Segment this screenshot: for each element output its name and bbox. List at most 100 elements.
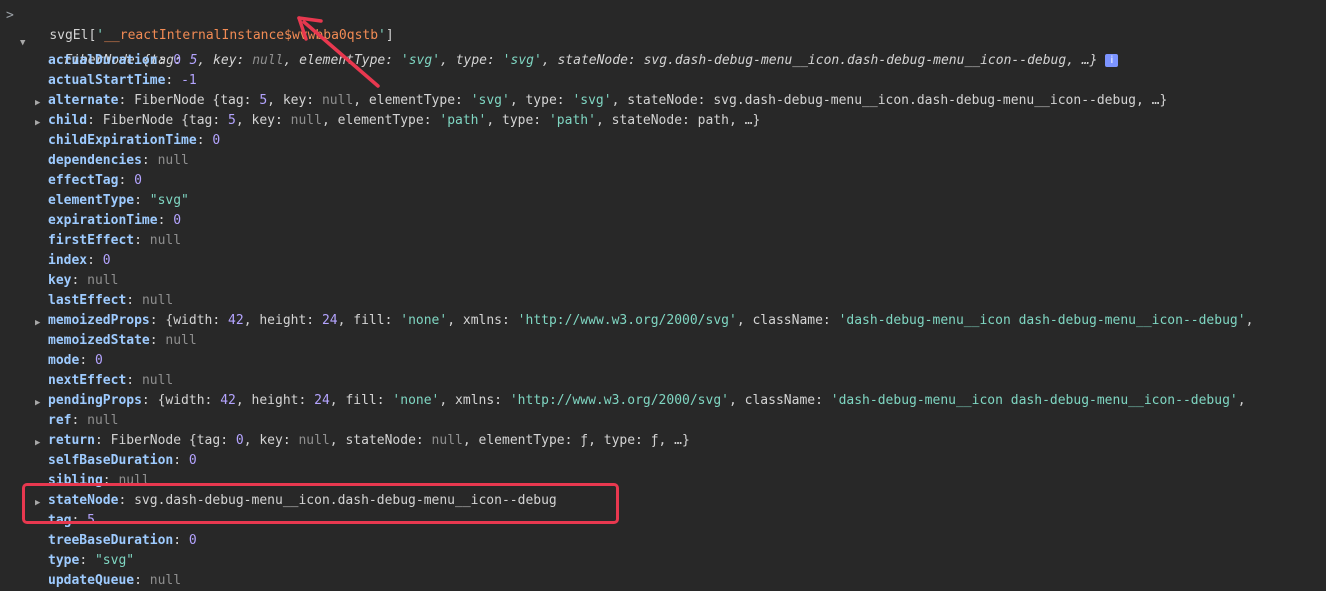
property-key: actualDuration xyxy=(48,53,158,68)
property-row[interactable]: child: FiberNode {tag: 5, key: null, ele… xyxy=(48,111,760,131)
property-row[interactable]: mode: 0 xyxy=(48,351,103,371)
property-row[interactable]: lastEffect: null xyxy=(48,291,173,311)
property-value: 0 xyxy=(173,213,182,228)
property-value: FiberNode {tag: 0, key: null, stateNode:… xyxy=(110,433,690,448)
property-row[interactable]: alternate: FiberNode {tag: 5, key: null,… xyxy=(48,91,1167,111)
property-row[interactable]: type: "svg" xyxy=(48,551,134,571)
property-row[interactable]: actualStartTime: -1 xyxy=(48,71,197,91)
info-icon[interactable]: i xyxy=(1105,54,1119,67)
property-key: childExpirationTime xyxy=(48,133,197,148)
property-value: null xyxy=(149,233,182,248)
property-value: "svg" xyxy=(149,193,189,208)
property-separator: : xyxy=(173,453,189,468)
property-key: dependencies xyxy=(48,153,142,168)
expand-triangle-right-icon[interactable]: ▶ xyxy=(35,313,40,333)
property-separator: : xyxy=(87,113,103,128)
property-separator: : xyxy=(71,413,88,428)
property-value: {width: 42, height: 24, fill: 'none', xm… xyxy=(157,393,1246,408)
property-value: -1 xyxy=(181,73,197,88)
property-separator: : xyxy=(165,73,182,88)
property-value: 0 xyxy=(212,133,221,148)
root-summary-text: , stateNode: xyxy=(541,53,644,68)
property-key: index xyxy=(48,253,88,268)
property-key: nextEffect xyxy=(48,373,127,388)
property-row[interactable]: memoizedState: null xyxy=(48,331,197,351)
property-row[interactable]: dependencies: null xyxy=(48,151,189,171)
property-key: memoizedState xyxy=(48,333,150,348)
property-separator: : xyxy=(134,233,150,248)
property-value: null xyxy=(165,333,197,348)
property-separator: : xyxy=(173,533,189,548)
property-key: mode xyxy=(48,353,80,368)
expand-triangle-right-icon[interactable]: ▶ xyxy=(35,433,40,453)
property-row[interactable]: memoizedProps: {width: 42, height: 24, f… xyxy=(48,311,1253,331)
property-separator: : xyxy=(134,573,150,588)
property-key: firstEffect xyxy=(48,233,135,248)
annotation-highlight-box xyxy=(22,483,619,524)
property-separator: : xyxy=(79,353,95,368)
property-row[interactable]: elementType: "svg" xyxy=(48,191,189,211)
property-key: treeBaseDuration xyxy=(48,533,174,548)
root-object-summary[interactable]: FiberNode {tag: 5, key: null, elementTyp… xyxy=(33,31,1119,68)
property-value: 0 xyxy=(188,533,197,548)
property-value: 0 xyxy=(102,253,111,268)
property-separator: : xyxy=(126,293,142,308)
expand-triangle-right-icon[interactable]: ▶ xyxy=(35,393,40,413)
property-separator: : xyxy=(149,313,166,328)
property-row[interactable]: treeBaseDuration: 0 xyxy=(48,531,197,551)
property-key: type xyxy=(48,553,80,568)
property-value: null xyxy=(87,413,119,428)
property-row[interactable]: index: 0 xyxy=(48,251,111,271)
property-value: FiberNode {tag: 5, key: null, elementTyp… xyxy=(134,93,1168,108)
property-row[interactable]: effectTag: 0 xyxy=(48,171,142,191)
property-key: updateQueue xyxy=(48,573,135,588)
property-key: effectTag xyxy=(48,173,119,188)
property-value: FiberNode {tag: 5, key: null, elementTyp… xyxy=(102,113,761,128)
property-key: return xyxy=(48,433,95,448)
property-row[interactable]: updateQueue: null xyxy=(48,571,181,591)
root-statenode-value: svg.dash-debug-menu__icon.dash-debug-men… xyxy=(643,53,1067,68)
property-separator: : xyxy=(149,333,166,348)
expand-triangle-right-icon[interactable]: ▶ xyxy=(35,113,40,133)
property-row[interactable]: expirationTime: 0 xyxy=(48,211,181,231)
property-row[interactable]: actualDuration: 0 xyxy=(48,51,181,71)
root-summary-text: , elementType: xyxy=(283,53,401,68)
property-row[interactable]: return: FiberNode {tag: 0, key: null, st… xyxy=(48,431,690,451)
property-separator: : xyxy=(71,273,88,288)
property-row[interactable]: childExpirationTime: 0 xyxy=(48,131,220,151)
property-key: alternate xyxy=(48,93,119,108)
root-type-value: 'svg' xyxy=(502,53,542,68)
root-elementtype-value: 'svg' xyxy=(400,53,441,68)
property-separator: : xyxy=(94,433,111,448)
property-separator: : xyxy=(141,393,158,408)
devtools-console: > svgEl['__reactInternalInstance$wvwbba0… xyxy=(0,0,1326,588)
property-key: elementType xyxy=(48,193,135,208)
property-value: 0 xyxy=(173,53,182,68)
property-key: lastEffect xyxy=(48,293,127,308)
property-separator: : xyxy=(79,553,95,568)
property-key: pendingProps xyxy=(48,393,142,408)
property-key: expirationTime xyxy=(48,213,158,228)
property-value: null xyxy=(157,153,189,168)
property-row[interactable]: nextEffect: null xyxy=(48,371,173,391)
property-key: selfBaseDuration xyxy=(48,453,174,468)
property-row[interactable]: selfBaseDuration: 0 xyxy=(48,451,197,471)
property-separator: : xyxy=(126,373,142,388)
property-separator: : xyxy=(134,193,150,208)
chevron-right-icon: > xyxy=(6,8,14,23)
property-row[interactable]: firstEffect: null xyxy=(48,231,181,251)
property-key: ref xyxy=(48,413,72,428)
property-row[interactable]: ref: null xyxy=(48,411,118,431)
expand-triangle-down-icon[interactable]: ▼ xyxy=(20,33,25,53)
expand-triangle-right-icon[interactable]: ▶ xyxy=(35,93,40,113)
property-separator: : xyxy=(141,153,158,168)
property-value: null xyxy=(141,373,174,388)
property-separator: : xyxy=(157,53,174,68)
property-separator: : xyxy=(118,173,135,188)
property-separator: : xyxy=(157,213,174,228)
property-separator: : xyxy=(196,133,213,148)
property-row[interactable]: pendingProps: {width: 42, height: 24, fi… xyxy=(48,391,1246,411)
property-row[interactable]: key: null xyxy=(48,271,118,291)
root-key-value: null xyxy=(252,53,284,68)
property-value: 0 xyxy=(134,173,142,188)
